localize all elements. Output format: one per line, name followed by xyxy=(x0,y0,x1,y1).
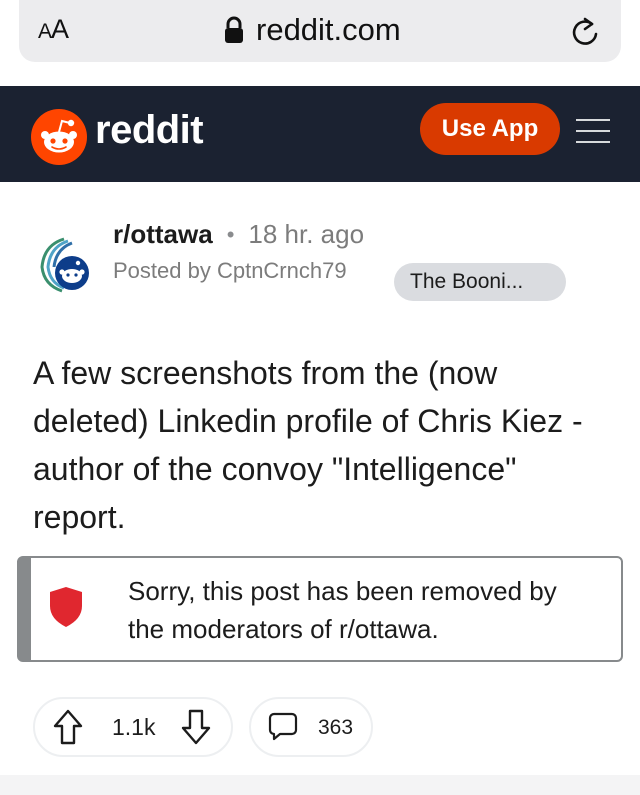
browser-chrome: AA reddit.com xyxy=(0,0,640,86)
url-display[interactable]: reddit.com xyxy=(224,12,401,48)
subreddit-name[interactable]: r/ottawa xyxy=(113,219,213,250)
menu-icon[interactable] xyxy=(576,119,610,145)
text-size-button[interactable]: AA xyxy=(38,14,69,45)
subreddit-avatar[interactable] xyxy=(34,233,98,297)
url-text: reddit.com xyxy=(256,12,401,47)
use-app-button[interactable]: Use App xyxy=(420,103,560,155)
post-title[interactable]: A few screenshots from the (now deleted)… xyxy=(33,349,608,541)
post-time: 18 hr. ago xyxy=(248,219,365,249)
post-meta: r/ottawa • 18 hr. ago xyxy=(113,219,364,250)
vote-score: 1.1k xyxy=(112,714,156,740)
reddit-wordmark[interactable]: reddit xyxy=(95,108,204,153)
reload-icon[interactable] xyxy=(570,16,600,48)
posted-by[interactable]: Posted by CptnCrnch79 xyxy=(113,258,347,284)
site-header: reddit Use App xyxy=(0,86,640,182)
comment-count: 363 xyxy=(318,716,354,739)
meta-separator: • xyxy=(226,221,235,247)
divider xyxy=(0,775,640,795)
shield-icon xyxy=(50,587,82,627)
comment-icon[interactable] xyxy=(268,711,298,741)
reddit-logo-icon[interactable] xyxy=(31,109,87,165)
removed-notice-text: Sorry, this post has been removed by the… xyxy=(128,576,557,644)
downvote-icon[interactable] xyxy=(180,708,212,746)
post-flair[interactable]: The Booni... xyxy=(394,263,566,301)
lock-icon xyxy=(225,16,243,43)
upvote-icon[interactable] xyxy=(52,708,84,746)
